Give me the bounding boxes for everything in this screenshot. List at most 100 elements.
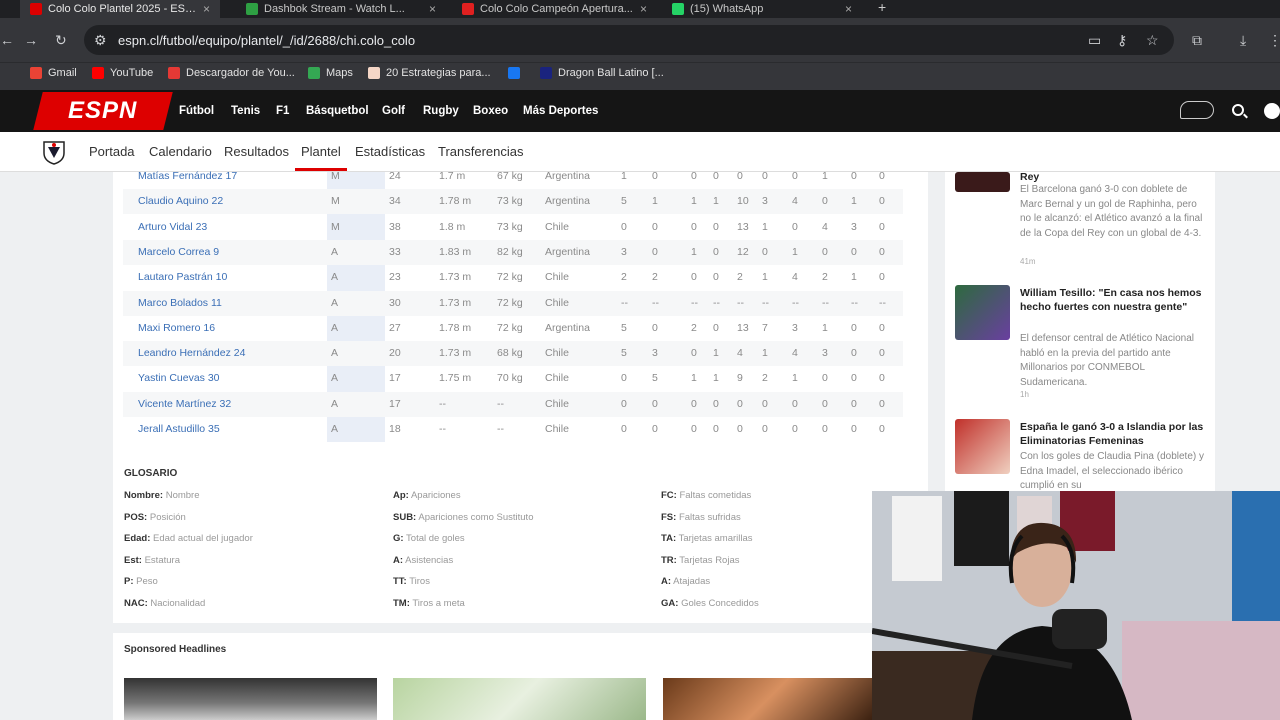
colo-colo-crest-icon[interactable] — [41, 139, 67, 165]
espn-nav-item[interactable]: Rugby — [423, 105, 459, 117]
bookmark-item[interactable]: YouTube — [92, 67, 153, 79]
player-position: A — [331, 347, 339, 360]
espn-nav-item[interactable]: F1 — [276, 105, 289, 117]
url-text[interactable]: espn.cl/futbol/equipo/plantel/_/id/2688/… — [118, 33, 415, 48]
site-info-icon[interactable]: ⚙ — [94, 33, 107, 47]
player-name-link[interactable]: Maxi Romero 16 — [138, 322, 215, 334]
bookmark-item[interactable]: Gmail — [30, 67, 77, 79]
player-name-link[interactable]: Lautaro Pastrán 10 — [138, 271, 227, 283]
sponsored-image-woman[interactable] — [663, 678, 873, 720]
glosario-abbr: P: — [124, 576, 134, 588]
player-height: 1.7 m — [439, 170, 466, 182]
bookmark-star-icon[interactable]: ☆ — [1146, 33, 1159, 47]
espn-nav-item[interactable]: Boxeo — [473, 105, 508, 117]
espn-nav-item[interactable]: Tenis — [231, 105, 260, 117]
key-icon[interactable]: ⚷ — [1117, 33, 1127, 47]
roster-row: Maxi Romero 16 A 27 1.78 m 72 kg Argentina 5 0 2… — [123, 316, 903, 341]
glosario-abbr: TA: — [661, 533, 677, 545]
browser-tab[interactable]: Dashbok Stream - Watch L... × — [236, 0, 446, 18]
team-subnav-item[interactable]: Resultados — [224, 144, 289, 159]
bookmark-item[interactable]: 20 Estrategias para... — [368, 67, 491, 79]
player-height: 1.78 m — [439, 195, 472, 208]
download-icon[interactable]: ⤓ — [1240, 33, 1246, 47]
player-nationality: Chile — [545, 397, 569, 410]
player-nationality: Argentina — [545, 321, 590, 334]
player-name-link[interactable]: Marco Bolados 11 — [138, 297, 222, 309]
player-stat: 5 — [621, 347, 627, 360]
tab-close-icon[interactable]: × — [203, 2, 210, 16]
browser-tab[interactable]: (15) WhatsApp × — [662, 0, 862, 18]
forward-icon[interactable]: → — [24, 33, 38, 47]
player-stat: -- — [652, 296, 659, 309]
news-title[interactable]: William Tesillo: "En casa nos hemos hech… — [1020, 286, 1205, 314]
menu-icon[interactable]: ⋮ — [1268, 33, 1280, 47]
sponsored-image-dollars[interactable] — [393, 678, 646, 720]
tab-close-icon[interactable]: × — [845, 2, 852, 16]
bookmark-item[interactable]: Dragon Ball Latino [... — [540, 67, 664, 79]
player-stat: 0 — [691, 170, 697, 182]
espn-nav-item[interactable]: Fútbol — [179, 105, 214, 117]
tab-favicon-icon — [30, 3, 42, 15]
player-name-link[interactable]: Jerall Astudillo 35 — [138, 423, 220, 435]
player-name-link[interactable]: Marcelo Correa 9 — [138, 246, 219, 258]
player-stat: 4 — [737, 347, 743, 360]
news-title[interactable]: Rey — [1020, 170, 1205, 184]
profile-icon[interactable] — [1264, 103, 1280, 119]
player-name-link[interactable]: Yastin Cuevas 30 — [138, 372, 220, 384]
player-stat: 4 — [822, 220, 828, 233]
bookmark-item[interactable]: Maps — [308, 67, 353, 79]
player-nationality: Chile — [545, 423, 569, 435]
news-thumb-espana[interactable] — [955, 419, 1010, 474]
sponsored-image-money[interactable] — [124, 678, 377, 720]
bookmark-item[interactable]: Descargador de You... — [168, 67, 295, 79]
player-stat: 0 — [792, 423, 798, 435]
player-height: 1.78 m — [439, 321, 472, 334]
cast-icon[interactable]: ▭ — [1088, 33, 1101, 47]
news-time: 41m — [1020, 257, 1036, 266]
tab-favicon-icon — [672, 3, 684, 15]
team-subnav-item[interactable]: Calendario — [149, 144, 212, 159]
glosario-entry: Est: Estatura — [124, 555, 180, 566]
player-stat: 0 — [851, 170, 857, 182]
player-position: M — [331, 195, 340, 208]
news-title[interactable]: España le ganó 3-0 a Islandia por las El… — [1020, 420, 1205, 448]
player-stat: 0 — [713, 271, 719, 284]
player-name-link[interactable]: Leandro Hernández 24 — [138, 347, 245, 359]
tab-close-icon[interactable]: × — [640, 2, 647, 16]
player-stat: 1 — [762, 271, 768, 284]
back-icon[interactable]: ← — [0, 33, 14, 47]
browser-tab[interactable]: Colo Colo Campeón Apertura... × — [452, 0, 657, 18]
player-stat: 0 — [713, 423, 719, 435]
disney-plus-icon[interactable] — [1180, 101, 1214, 119]
tab-close-icon[interactable]: × — [429, 2, 436, 16]
player-age: 33 — [389, 245, 401, 258]
player-stat: 2 — [621, 271, 627, 284]
player-stat: 0 — [792, 220, 798, 233]
browser-tab[interactable]: Colo Colo Plantel 2025 - ESPN × — [20, 0, 220, 18]
extensions-icon[interactable]: ⧉ — [1192, 33, 1202, 47]
player-stat: 0 — [621, 423, 627, 435]
news-thumb-barcelona[interactable] — [955, 172, 1010, 192]
webcam-overlay — [872, 491, 1280, 720]
espn-logo[interactable]: ESPN — [33, 92, 173, 130]
roster-row: Yastin Cuevas 30 A 17 1.75 m 70 kg Chile 0 5 1 1 9… — [123, 366, 903, 391]
tab-title: Dashbok Stream - Watch L... — [264, 3, 405, 15]
player-name-link[interactable]: Arturo Vidal 23 — [138, 221, 207, 233]
team-subnav-item[interactable]: Plantel — [301, 144, 341, 159]
team-subnav-item[interactable]: Transferencias — [438, 144, 524, 159]
player-name-link[interactable]: Claudio Aquino 22 — [138, 195, 223, 207]
player-name-link[interactable]: Matías Fernández 17 — [138, 170, 237, 182]
team-subnav-item[interactable]: Estadísticas — [355, 144, 425, 159]
new-tab-button[interactable]: + — [878, 0, 896, 16]
reload-icon[interactable]: ↻ — [55, 33, 67, 47]
glosario-entry: SUB: Apariciones como Sustituto — [393, 512, 533, 523]
player-stat: 1 — [822, 170, 828, 182]
espn-nav-item[interactable]: Más Deportes — [523, 105, 598, 117]
espn-nav-item[interactable]: Básquetbol — [306, 105, 369, 117]
bookmark-item[interactable] — [508, 67, 526, 79]
roster-row: Matías Fernández 17 M 24 1.7 m 67 kg Argentin… — [123, 164, 903, 189]
espn-nav-item[interactable]: Golf — [382, 105, 405, 117]
news-thumb-tesillo[interactable] — [955, 285, 1010, 340]
team-subnav-item[interactable]: Portada — [89, 144, 135, 159]
player-name-link[interactable]: Vicente Martínez 32 — [138, 398, 231, 410]
